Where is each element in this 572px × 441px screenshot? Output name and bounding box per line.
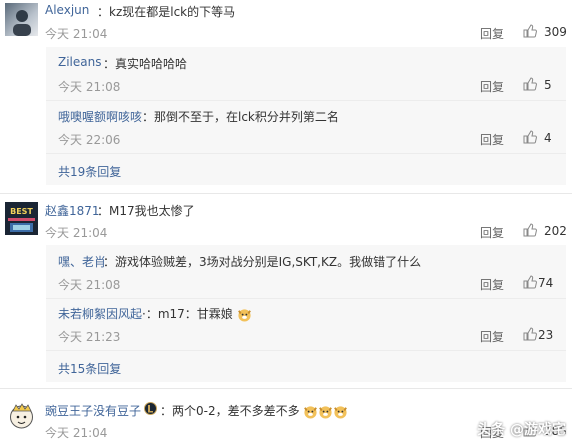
avatar-image-icon bbox=[10, 403, 33, 429]
sub-reply-button[interactable]: 回复 bbox=[480, 78, 504, 95]
sub-reply-time: 今天 21:23 bbox=[58, 330, 121, 344]
svg-text:BEST: BEST bbox=[10, 207, 33, 216]
sub-reply-text: ·：m17：甘霖娘 bbox=[142, 305, 252, 322]
divider bbox=[46, 100, 566, 101]
thumbs-up-icon[interactable] bbox=[523, 24, 537, 38]
more-replies-link[interactable]: 共15条回复 bbox=[58, 360, 121, 377]
comment-text-body: ：两个0-2，差不多差不多 bbox=[160, 404, 300, 418]
comment-username[interactable]: 豌豆王子没有豆子 bbox=[45, 402, 141, 419]
sub-reply-button[interactable]: 回复 bbox=[480, 276, 504, 293]
reply-button[interactable]: 回复 bbox=[480, 224, 504, 241]
comment-item: Alexjun ：kz现在都是lck的下等马 今天 21:04 回复 309 Z… bbox=[0, 0, 572, 192]
comment-time: 今天 21:04 bbox=[45, 27, 108, 41]
sub-reply-button[interactable]: 回复 bbox=[480, 131, 504, 148]
like-count: 23 bbox=[538, 328, 554, 342]
like-count: 5 bbox=[544, 78, 552, 92]
doge-emoji-icon bbox=[334, 406, 348, 419]
divider bbox=[46, 298, 566, 299]
comment-username[interactable]: Alexjun bbox=[45, 3, 89, 17]
divider bbox=[46, 350, 566, 351]
doge-emoji-icon bbox=[319, 406, 333, 419]
more-replies-link[interactable]: 共19条回复 bbox=[58, 163, 121, 180]
comment-time: 今天 21:04 bbox=[45, 426, 108, 440]
avatar-image-icon: BEST bbox=[5, 202, 38, 235]
divider bbox=[46, 153, 566, 154]
thumbs-up-icon[interactable] bbox=[523, 223, 537, 237]
comment-username[interactable]: 赵鑫1871 bbox=[45, 202, 100, 219]
thumbs-up-icon[interactable] bbox=[523, 275, 537, 289]
sub-reply-username[interactable]: 哦噢喔额啊咳咳 bbox=[58, 108, 142, 125]
like-count: 202 bbox=[544, 224, 567, 238]
watermark: 头条 @游戏宅 bbox=[477, 422, 566, 438]
thumbs-up-icon[interactable] bbox=[523, 327, 537, 341]
sub-reply-text: ：那倒不至于，在lck积分并列第二名 bbox=[142, 110, 339, 124]
thumbs-up-icon[interactable] bbox=[523, 130, 537, 144]
sub-reply-box: 嘿、老肖 ：游戏体验贼差，3场对战分别是IG,SKT,KZ。我做错了什么 今天 … bbox=[46, 245, 566, 382]
doge-emoji-icon bbox=[237, 309, 251, 322]
avatar[interactable] bbox=[5, 3, 38, 36]
sub-reply-time: 今天 22:06 bbox=[58, 133, 121, 147]
sub-reply-button[interactable]: 回复 bbox=[480, 328, 504, 345]
comment-time: 今天 21:04 bbox=[45, 226, 108, 240]
like-count: 4 bbox=[544, 131, 552, 145]
sub-reply-username[interactable]: 未若柳絮因风起 bbox=[58, 305, 142, 322]
sub-reply-text-body: ·：m17：甘霖娘 bbox=[142, 307, 233, 321]
sub-reply-text: ：真实哈哈哈哈 bbox=[103, 57, 188, 71]
reply-button[interactable]: 回复 bbox=[480, 25, 504, 42]
comment-text: ：两个0-2，差不多差不多 bbox=[160, 402, 348, 419]
sub-reply-username[interactable]: Zileans bbox=[58, 55, 101, 69]
avatar[interactable]: BEST bbox=[5, 202, 38, 235]
thumbs-up-icon[interactable] bbox=[523, 77, 537, 91]
comment-text: ：kz现在都是lck的下等马 bbox=[97, 5, 236, 19]
doge-emoji-icon bbox=[304, 406, 318, 419]
sub-reply-time: 今天 21:08 bbox=[58, 278, 121, 292]
like-count: 74 bbox=[538, 276, 554, 290]
like-count: 309 bbox=[544, 25, 567, 39]
sub-reply-box: Zileans ：真实哈哈哈哈 今天 21:08 回复 5 哦噢喔额啊咳咳 ：那… bbox=[46, 47, 566, 185]
comment-item: BEST 赵鑫1871 ：M17我也太惨了 今天 21:04 回复 202 嘿、… bbox=[0, 194, 572, 382]
avatar[interactable] bbox=[5, 399, 38, 432]
sub-reply-text: ：游戏体验贼差，3场对战分别是IG,SKT,KZ。我做错了什么 bbox=[103, 255, 422, 269]
sub-reply-time: 今天 21:08 bbox=[58, 80, 121, 94]
comment-text: ：M17我也太惨了 bbox=[97, 204, 195, 218]
lol-badge-icon bbox=[144, 402, 157, 415]
avatar-image-icon bbox=[13, 10, 31, 36]
sub-reply-username[interactable]: 嘿、老肖 bbox=[58, 253, 106, 270]
